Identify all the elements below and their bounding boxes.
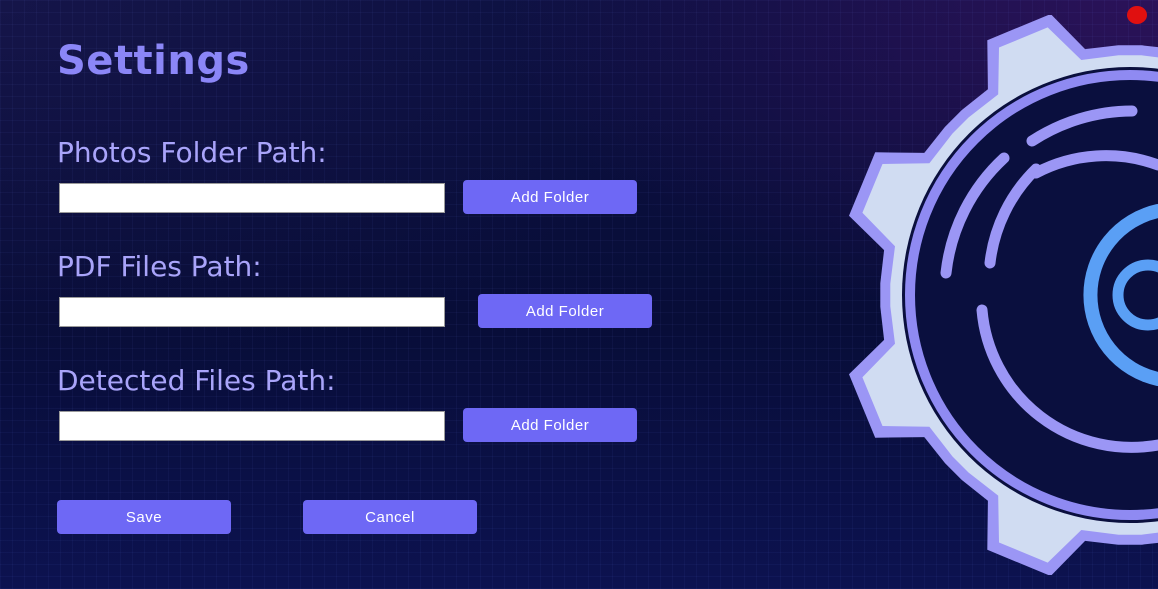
detected-files-label: Detected Files Path: [57,364,336,397]
gear-icon [849,15,1158,575]
add-photos-folder-button[interactable]: Add Folder [463,180,637,214]
pdf-files-input[interactable] [59,297,445,327]
save-button[interactable]: Save [57,500,231,534]
photos-folder-label: Photos Folder Path: [57,136,327,169]
add-pdf-folder-button[interactable]: Add Folder [478,294,652,328]
photos-folder-input[interactable] [59,183,445,213]
page-title: Settings [57,38,250,84]
detected-files-input[interactable] [59,411,445,441]
cancel-button[interactable]: Cancel [303,500,477,534]
pdf-files-label: PDF Files Path: [57,250,262,283]
gear-drawing [849,15,1158,575]
add-detected-folder-button[interactable]: Add Folder [463,408,637,442]
